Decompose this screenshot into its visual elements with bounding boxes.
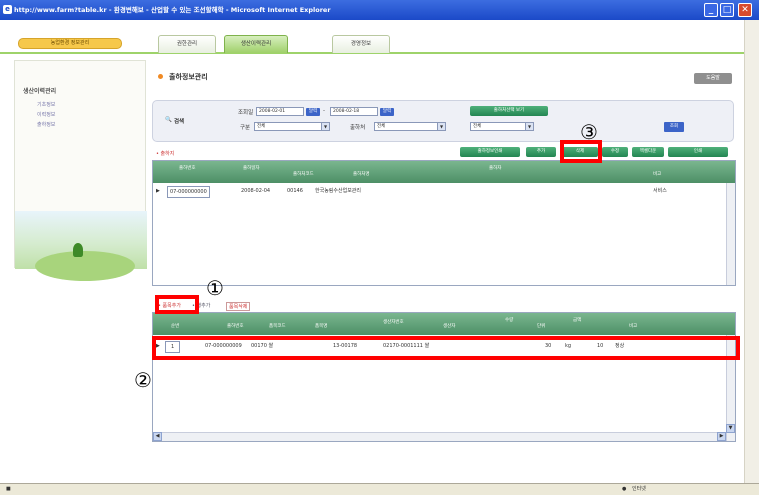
sidebar-item-shipping[interactable]: 출하정보 <box>37 121 55 128</box>
calendar-button-to[interactable]: 달력 <box>380 108 394 116</box>
window-title: http://www.farm?table.kr - 환경변해보 - 산업할 수… <box>14 6 331 14</box>
status-bar: ■ ● 인터넷 <box>0 483 759 495</box>
query-button[interactable]: 조회 <box>664 122 684 132</box>
chevron-down-icon: ▼ <box>321 123 329 130</box>
type-select[interactable]: 전체 ▼ <box>254 122 330 131</box>
date-label: 조회일 <box>238 110 254 116</box>
sidebar-landscape-illustration <box>15 211 147 281</box>
table-horizontal-scrollbar[interactable]: ◀ ▶ <box>153 432 726 441</box>
tab-management[interactable]: 경영정보 <box>332 35 390 53</box>
left-sidebar: 생산이력관리 기초정보 이력정보 출하정보 <box>14 60 147 281</box>
globe-icon: ● <box>622 486 627 492</box>
header-note[interactable]: 비고 <box>653 171 661 177</box>
print-button[interactable]: 인쇄 <box>668 147 728 157</box>
row-selector-icon: ▶ <box>156 188 160 194</box>
date-to-input[interactable]: 2008-02-18 <box>330 107 378 116</box>
search-panel <box>152 100 734 142</box>
table-vertical-scrollbar[interactable] <box>726 183 735 285</box>
header-item-name[interactable]: 품목명 <box>315 323 327 329</box>
help-button[interactable]: 도움말 <box>694 73 732 84</box>
table-header: 순번 출하번호 품목코드 품목명 생산자번호 생산자 수량 단위 금액 비고 <box>153 313 735 335</box>
page-title: 출하정보관리 <box>158 72 208 82</box>
window-title-bar[interactable]: e http://www.farm?table.kr - 환경변해보 - 산업할… <box>0 0 759 20</box>
sidebar-item-basic[interactable]: 기초정보 <box>37 101 55 108</box>
dest-select-view-button[interactable]: 출하처선택 보기 <box>470 106 548 116</box>
header-unit[interactable]: 단위 <box>537 323 545 329</box>
header-dest-name[interactable]: 출하처명 <box>353 171 370 177</box>
date-from-input[interactable]: 2008-02-01 <box>256 107 304 116</box>
header-shipping-no[interactable]: 출하번호 <box>179 165 196 171</box>
chevron-down-icon: ▼ <box>437 123 445 130</box>
annotation-number-3: ③ <box>580 120 598 144</box>
scroll-right-icon[interactable]: ▶ <box>717 432 726 441</box>
header-qty[interactable]: 수량 <box>505 317 513 323</box>
close-button[interactable]: ✕ <box>738 3 752 17</box>
tab-production-history[interactable]: 생산이력관리 <box>224 35 288 53</box>
annotation-number-2: ② <box>134 368 152 392</box>
ie-icon: e <box>3 5 12 14</box>
header-dest-code[interactable]: 출하처코드 <box>293 171 314 177</box>
shipping-link[interactable]: • 출하지 <box>156 150 174 157</box>
dest-select[interactable]: 전체 ▼ <box>374 122 446 131</box>
tab-permission[interactable]: 권한관리 <box>158 35 216 53</box>
tree-icon <box>73 243 83 257</box>
cond-select[interactable]: 전체 ▼ <box>470 122 534 131</box>
chevron-down-icon: ▼ <box>525 123 533 130</box>
sidebar-heading: 생산이력관리 <box>23 88 57 95</box>
header-note[interactable]: 비고 <box>629 323 637 329</box>
bullet-icon <box>158 74 163 79</box>
scroll-down-icon[interactable]: ▼ <box>726 424 735 433</box>
header-shipper[interactable]: 출하자 <box>489 165 501 171</box>
header-amount[interactable]: 금액 <box>573 317 581 323</box>
header-item-code[interactable]: 품목코드 <box>269 323 286 329</box>
delete-item-link[interactable]: 품목삭제 <box>226 302 251 311</box>
table-header: 출하번호 출하일자 출하처코드 출하처명 출하자 비고 <box>153 161 735 183</box>
shipping-table: 출하번호 출하일자 출하처코드 출하처명 출하자 비고 ▶ 07-0000000… <box>152 160 736 286</box>
annotation-box-1 <box>155 295 199 314</box>
annotation-number-1: ① <box>206 276 224 300</box>
zone-label: 인터넷 <box>632 486 646 492</box>
sidebar-item-history[interactable]: 이력정보 <box>37 111 55 118</box>
minimize-button[interactable]: _ <box>704 3 718 17</box>
edit-button[interactable]: 수정 <box>602 147 628 157</box>
page-icon: ■ <box>6 486 11 492</box>
maximize-button[interactable]: □ <box>720 3 734 17</box>
header-shipping-date[interactable]: 출하일자 <box>243 165 260 171</box>
window-vertical-scrollbar[interactable] <box>744 20 759 483</box>
header-shipping-no[interactable]: 출하번호 <box>227 323 244 329</box>
print-shipping-button[interactable]: 출하정보인쇄 <box>460 147 520 157</box>
dest-label: 출하처 <box>350 125 366 131</box>
hill-shape <box>35 251 135 281</box>
add-button[interactable]: 추가 <box>526 147 556 157</box>
annotation-box-2 <box>152 336 740 360</box>
search-icon: 🔍 <box>165 117 172 123</box>
header-producer-no[interactable]: 생산자번호 <box>383 319 404 325</box>
excel-button[interactable]: 엑셀다운 <box>632 147 664 157</box>
calendar-button-from[interactable]: 달력 <box>306 108 320 116</box>
app-logo[interactable]: 농업환경 정보관리 <box>18 38 122 49</box>
type-label: 구분 <box>240 125 251 131</box>
header-producer[interactable]: 생산자 <box>443 323 455 329</box>
header-seq[interactable]: 순번 <box>171 323 179 329</box>
table-row[interactable]: ▶ 07-000000000 2008-02-04 00146 한국농림수산업보… <box>153 185 735 198</box>
search-label: 검색 <box>174 119 185 125</box>
scroll-left-icon[interactable]: ◀ <box>153 432 162 441</box>
item-table: 순번 출하번호 품목코드 품목명 생산자번호 생산자 수량 단위 금액 비고 ▶… <box>152 312 736 442</box>
